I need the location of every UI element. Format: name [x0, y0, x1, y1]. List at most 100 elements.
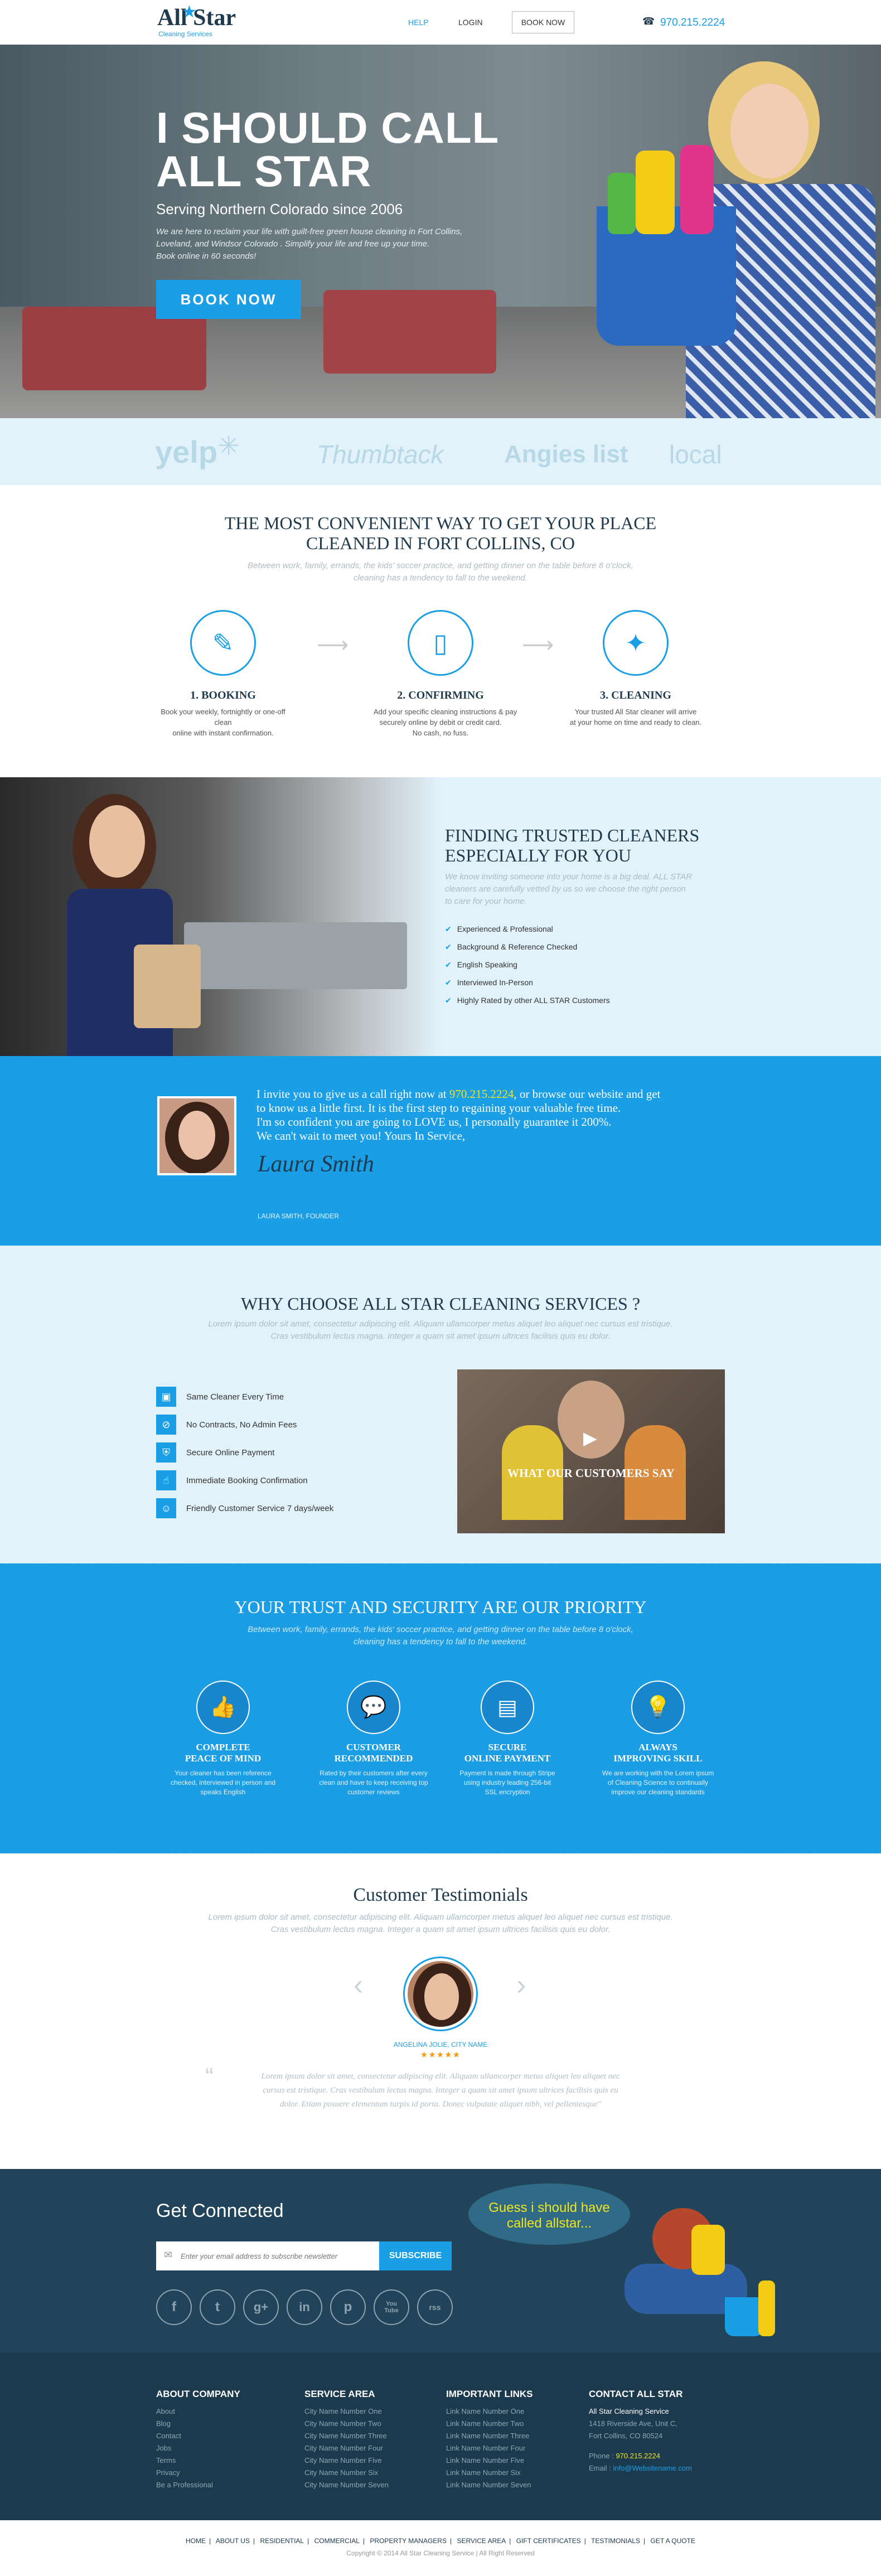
list-item: ✔ Interviewed In-Person	[445, 974, 610, 991]
bottom-link-commercial[interactable]: COMMERCIAL	[314, 2537, 360, 2545]
footer-link[interactable]: City Name Number Seven	[304, 2479, 389, 2491]
list-item: ▣ Same Cleaner Every Time	[156, 1383, 333, 1411]
list-item-label: Immediate Booking Confirmation	[186, 1475, 308, 1485]
login-link[interactable]: LOGIN	[458, 18, 483, 27]
footer-link[interactable]: Link Name Number Two	[446, 2418, 533, 2430]
twitter-icon[interactable]: t	[200, 2289, 235, 2325]
logo[interactable]: All Star ★ Cleaning Services	[157, 3, 252, 39]
bottom-link-home[interactable]: HOME	[186, 2537, 206, 2545]
footer-link[interactable]: About	[156, 2405, 240, 2418]
why-title: WHY CHOOSE ALL STAR CLEANING SERVICES ?	[240, 1294, 641, 1314]
bottom-link-get-quote[interactable]: GET A QUOTE	[651, 2537, 695, 2545]
testimonial-stars: ★★★★★	[420, 2050, 461, 2060]
footer-link[interactable]: Link Name Number One	[446, 2405, 533, 2418]
play-icon[interactable]: ▶	[583, 1427, 597, 1449]
subscribe-button[interactable]: SUBSCRIBE	[379, 2241, 452, 2270]
header-phone[interactable]: 970.215.2224	[660, 17, 725, 29]
google-plus-icon[interactable]: g+	[243, 2289, 279, 2325]
contact-email: Email : info@Websitename.com	[589, 2462, 692, 2475]
partner-yelp[interactable]: yelp	[155, 434, 217, 470]
partner-thumbtack[interactable]: Thumbtack	[317, 439, 444, 469]
trusted-sub-line1: We know inviting someone into your home …	[445, 872, 693, 882]
footer-col-title: IMPORTANT LINKS	[446, 2389, 533, 2399]
help-link[interactable]: HELP	[408, 18, 429, 27]
footer-link[interactable]: Link Name Number Four	[446, 2442, 533, 2454]
hero-book-now-button[interactable]: BOOK NOW	[156, 280, 301, 319]
founder-signature: Laura Smith	[258, 1151, 374, 1177]
contact-email-value[interactable]: info@Websitename.com	[613, 2464, 692, 2472]
founder-line3: I'm so confident you are going to LOVE u…	[256, 1115, 612, 1129]
pinterest-icon[interactable]: p	[330, 2289, 366, 2325]
testimonials-subtitle: Lorem ipsum dolor sit amet, consectetur …	[0, 1911, 881, 1936]
footer-link[interactable]: Link Name Number Seven	[446, 2479, 533, 2491]
footer-link[interactable]: Be a Professional	[156, 2479, 240, 2491]
footer-link[interactable]: City Name Number Six	[304, 2467, 389, 2479]
trusted-subtitle: We know inviting someone into your home …	[445, 871, 692, 908]
footer-link[interactable]: City Name Number Three	[304, 2430, 389, 2442]
prev-testimonial-icon[interactable]: ‹	[354, 1968, 363, 2002]
customer-video[interactable]: ▶ WHAT OUR CUSTOMERS SAY	[457, 1369, 725, 1533]
convenient-title-line1: THE MOST CONVENIENT WAY TO GET YOUR PLAC…	[224, 513, 657, 533]
separator: |	[307, 2537, 309, 2545]
why-sub-line1: Lorem ipsum dolor sit amet, consectetur …	[208, 1319, 673, 1329]
security-item-title: ALWAYS IMPROVING SKILL	[591, 1742, 725, 1764]
desc-line2: clean and have to keep receiving top	[319, 1779, 428, 1786]
no-fee-icon: ⊘	[156, 1415, 176, 1435]
footer-link[interactable]: Jobs	[156, 2442, 240, 2454]
why-sub-line2: Cras vestibulum lectus magna. Integer a …	[270, 1331, 611, 1341]
separator: |	[253, 2537, 255, 2545]
footer-link[interactable]: City Name Number Four	[304, 2442, 389, 2454]
phone-icon: ☎	[642, 16, 655, 27]
security-sub-line2: cleaning has a tendency to fall to the w…	[354, 1637, 527, 1647]
bottom-link-residential[interactable]: RESIDENTIAL	[260, 2537, 304, 2545]
next-testimonial-icon[interactable]: ›	[516, 1968, 526, 2002]
security-subtitle: Between work, family, errands, the kids'…	[0, 1624, 881, 1648]
facebook-icon[interactable]: f	[156, 2289, 192, 2325]
list-item: ☺ Friendly Customer Service 7 days/week	[156, 1494, 333, 1522]
header-book-now-button[interactable]: BOOK NOW	[512, 11, 574, 33]
linkedin-icon[interactable]: in	[287, 2289, 322, 2325]
list-item: ☝ Immediate Booking Confirmation	[156, 1466, 333, 1494]
hero-chair-left	[22, 307, 206, 390]
youtube-icon[interactable]: You Tube	[374, 2289, 409, 2325]
hero-title-line2: ALL STAR	[156, 147, 372, 196]
bottom-link-property-managers[interactable]: PROPERTY MANAGERS	[370, 2537, 447, 2545]
bottom-link-gift-certificates[interactable]: GIFT CERTIFICATES	[516, 2537, 581, 2545]
copyright: Copyright © 2014 All Star Cleaning Servi…	[346, 2549, 535, 2557]
step-title: 3. CLEANING	[600, 689, 671, 701]
partner-angies-list[interactable]: Angies list	[504, 440, 628, 468]
desc-line3: customer reviews	[347, 1788, 400, 1796]
footer-link[interactable]: Contact	[156, 2430, 240, 2442]
footer-link[interactable]: Link Name Number Five	[446, 2454, 533, 2467]
partner-local[interactable]: local	[669, 439, 722, 469]
bottom-link-testimonials[interactable]: TESTIMONIALS	[591, 2537, 640, 2545]
footer-link[interactable]: City Name Number Two	[304, 2418, 389, 2430]
footer-link[interactable]: Privacy	[156, 2467, 240, 2479]
woman-face-2	[89, 805, 145, 878]
rss-icon[interactable]: rss	[417, 2289, 453, 2325]
contact-phone-value[interactable]: 970.215.2224	[616, 2452, 660, 2460]
footer-link[interactable]: City Name Number One	[304, 2405, 389, 2418]
support-icon: ☺	[156, 1498, 176, 1518]
bottom-link-about[interactable]: ABOUT US	[216, 2537, 250, 2545]
contact-address-line1: 1418 Riverside Ave, Unit C,	[589, 2419, 677, 2428]
convenient-sub-line2: cleaning has a tendency to fall to the w…	[354, 573, 527, 583]
desc-line2: using industry leading 256-bit	[463, 1779, 551, 1786]
bottom-link-service-area[interactable]: SERVICE AREA	[457, 2537, 506, 2545]
founder-phone[interactable]: 970.215.2224	[449, 1087, 514, 1101]
avatar-face	[424, 1973, 459, 2020]
footer-link[interactable]: Link Name Number Three	[446, 2430, 533, 2442]
secure-payment-icon: ▤	[481, 1681, 534, 1734]
footer-col-title: SERVICE AREA	[304, 2389, 375, 2399]
bottle-pink	[680, 145, 714, 234]
hand-icon: ☝	[156, 1470, 176, 1490]
footer-link[interactable]: Blog	[156, 2418, 240, 2430]
footer-link[interactable]: City Name Number Five	[304, 2454, 389, 2467]
footer-link[interactable]: Link Name Number Six	[446, 2467, 533, 2479]
footer-link[interactable]: Terms	[156, 2454, 240, 2467]
desc-line1: Payment is made through Stripe	[459, 1769, 555, 1777]
separator: |	[449, 2537, 452, 2545]
desc-line1: Your cleaner has been reference	[175, 1769, 272, 1777]
newsletter-email-input[interactable]	[181, 2241, 365, 2270]
separator: |	[643, 2537, 646, 2545]
